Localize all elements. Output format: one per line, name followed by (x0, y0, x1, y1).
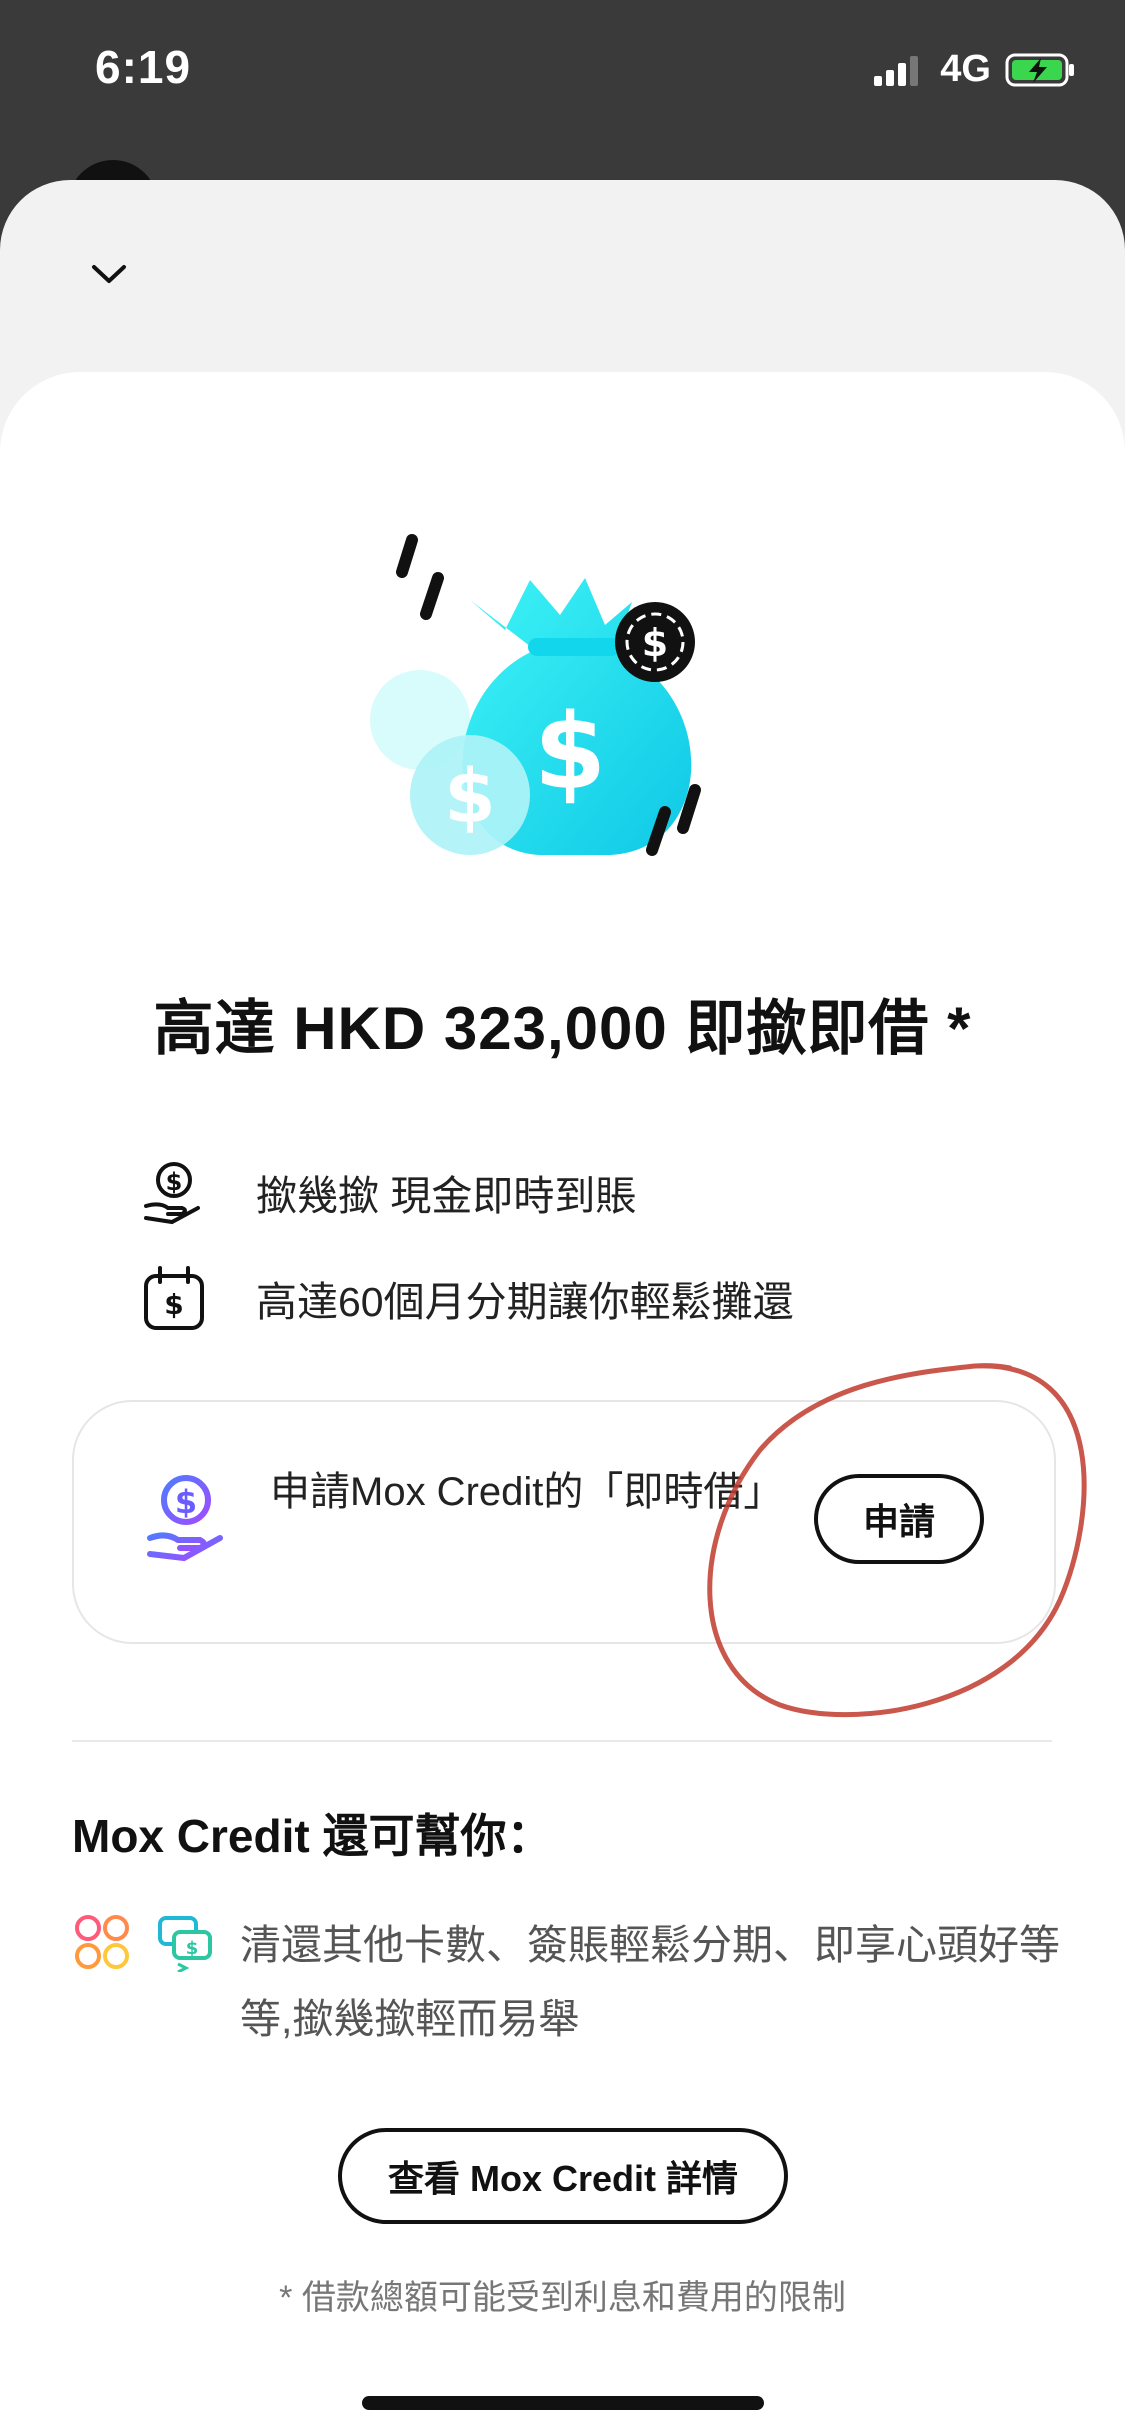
home-indicator[interactable] (362, 2396, 764, 2410)
svg-text:$: $ (534, 691, 606, 813)
svg-text:$: $ (164, 1288, 183, 1321)
svg-text:$: $ (166, 1168, 183, 1196)
svg-text:$: $ (444, 754, 496, 840)
chevron-down-icon[interactable] (84, 255, 134, 295)
feature-item: $ 撳幾撳 現金即時到賬 (138, 1156, 636, 1228)
apply-card: $ 申請Mox Credit的「即時借」 申請 (72, 1400, 1056, 1644)
footnote: * 借款總額可能受到利息和費用的限制 (279, 2279, 846, 2317)
status-time: 6:19 (95, 41, 192, 93)
network-label: 4G (940, 48, 991, 90)
feature-item: $ 高達60個月分期讓你輕鬆攤還 (138, 1262, 794, 1334)
divider (72, 1740, 1052, 1742)
feature-text: 高達60個月分期讓你輕鬆攤還 (256, 1279, 794, 1325)
benefit-text: 清還其他卡數、簽賬輕鬆分期、即享心頭好等等,撳幾撳輕而易舉 (240, 1922, 1060, 2042)
view-details-button[interactable]: 查看 Mox Credit 詳情 (338, 2128, 788, 2224)
apply-button[interactable]: 申請 (814, 1474, 984, 1564)
svg-text:$: $ (175, 1483, 197, 1521)
battery-charging-icon (1005, 53, 1074, 86)
card-transfer-icon: $ (158, 1916, 212, 1972)
status-icons: 4G (874, 48, 1077, 91)
apply-card-text: 申請Mox Credit的「即時借」 (270, 1470, 784, 1514)
feature-text: 撳幾撳 現金即時到賬 (256, 1173, 637, 1219)
section-title: Mox Credit 還可幫你： (72, 1810, 553, 1862)
status-bar: 6:19 4G (0, 0, 1125, 140)
svg-text:$: $ (642, 621, 668, 665)
colorful-rings-icon (75, 1915, 129, 1969)
money-bag-illustration: $ $ $ (370, 534, 701, 856)
cash-hand-icon: $ (144, 1162, 200, 1225)
svg-text:$: $ (186, 1938, 199, 1959)
headline: 高達 HKD 323,000 即撳即借 * (153, 995, 972, 1062)
calendar-dollar-icon: $ (144, 1266, 204, 1330)
signal-icon (874, 55, 919, 86)
purple-cash-hand-icon: $ (147, 1475, 223, 1562)
